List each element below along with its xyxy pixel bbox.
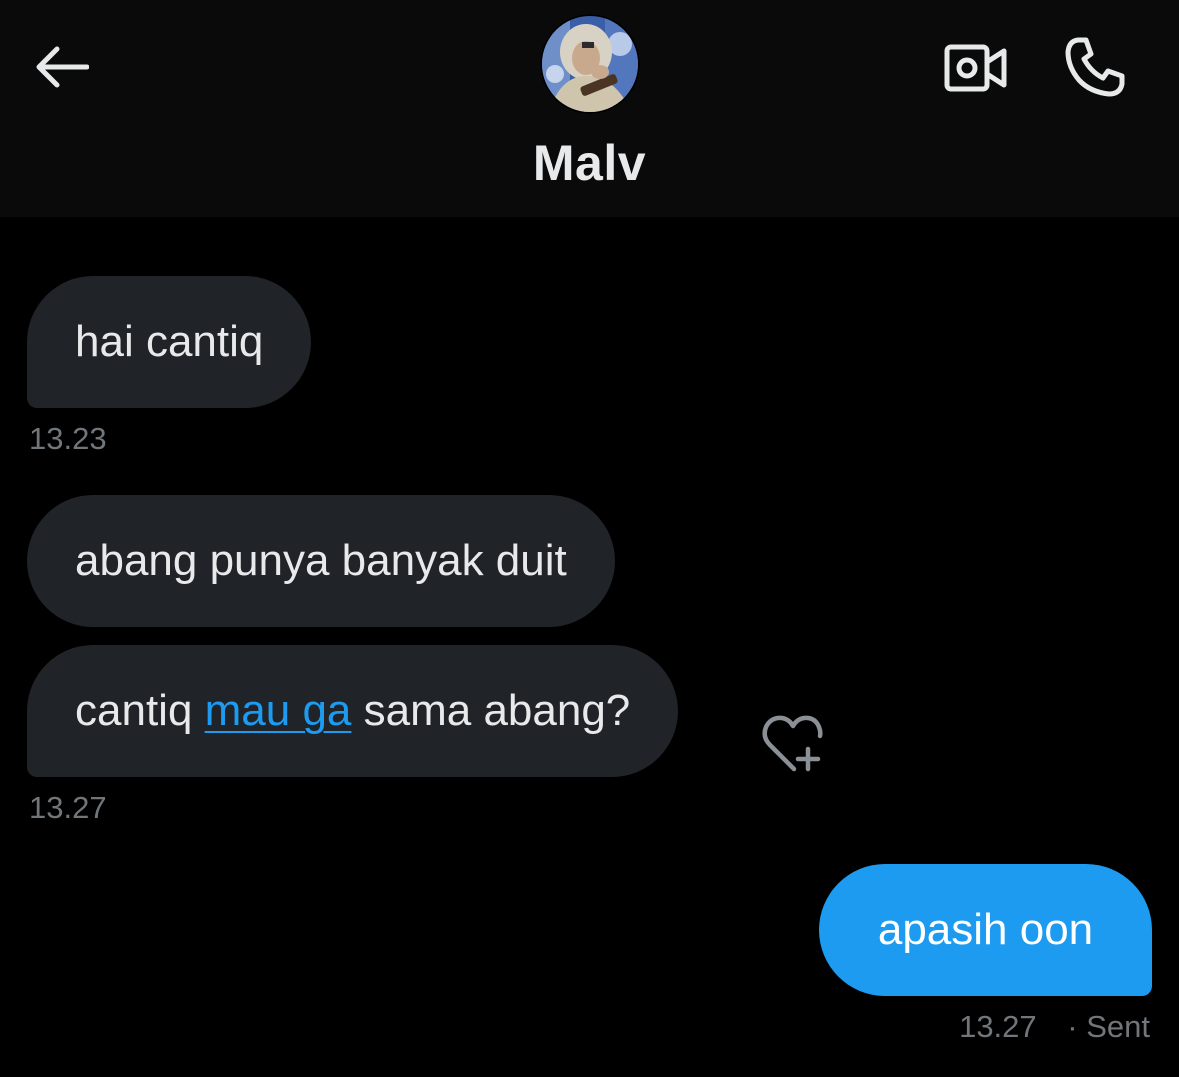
message-text: abang punya banyak duit <box>75 536 567 585</box>
video-call-button[interactable] <box>940 38 1012 98</box>
message-timestamp: 13.27 <box>959 1009 1037 1044</box>
message-bubble-outgoing[interactable]: apasih oon <box>819 864 1152 996</box>
video-camera-icon <box>944 44 1007 92</box>
contact-name: Malv <box>532 135 647 191</box>
message-timestamp: 13.27 <box>29 790 107 825</box>
message-bubble-incoming[interactable]: cantiq mau ga sama abang? <box>27 645 679 777</box>
profile-photo-icon <box>540 14 640 114</box>
voice-call-button[interactable] <box>1060 32 1130 102</box>
back-button[interactable] <box>30 40 92 94</box>
avatar[interactable] <box>540 14 640 114</box>
message-bubble-incoming[interactable]: hai cantiq <box>27 276 312 408</box>
message-text-after-link: sama abang? <box>351 686 631 735</box>
message-text: cantiq mau ga sama abang? <box>75 686 630 736</box>
message-text-before-link: cantiq <box>75 686 205 735</box>
phone-icon <box>1065 37 1125 97</box>
chat-header: Malv <box>0 0 1179 217</box>
message-text: hai cantiq <box>75 317 264 366</box>
add-reaction-button[interactable] <box>756 710 830 776</box>
message-bubble-incoming[interactable]: abang punya banyak duit <box>27 495 615 627</box>
message-link[interactable]: mau ga <box>205 686 352 735</box>
message-status: · Sent <box>1067 1009 1150 1044</box>
message-timestamp: 13.23 <box>29 421 107 456</box>
arrow-left-icon <box>36 46 89 88</box>
message-text: apasih oon <box>877 905 1094 954</box>
heart-plus-icon <box>762 715 823 772</box>
message-meta: 13.27 · Sent <box>959 1009 1150 1045</box>
